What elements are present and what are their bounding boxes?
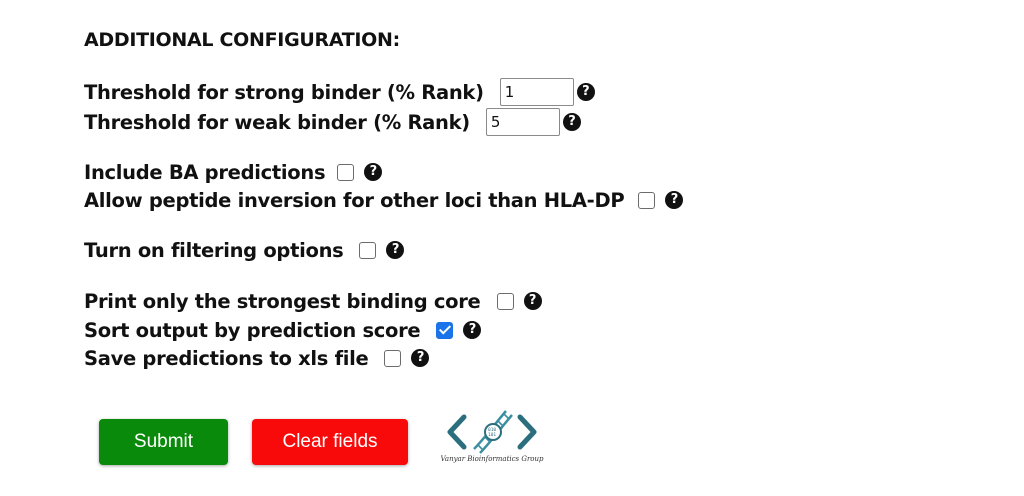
- include-ba-checkbox[interactable]: [337, 163, 355, 181]
- filtering-checkbox[interactable]: [359, 241, 377, 259]
- submit-button[interactable]: Submit: [99, 419, 228, 465]
- help-icon[interactable]: ?: [562, 113, 581, 131]
- weak-threshold-input[interactable]: [485, 108, 560, 136]
- include-ba-row: Include BA predictions ?: [84, 158, 383, 186]
- save-xls-row: Save predictions to xls file ?: [84, 344, 430, 372]
- peptide-inversion-row: Allow peptide inversion for other loci t…: [84, 186, 684, 214]
- logo-text: Vanyar Bioinformatics Group: [440, 455, 544, 463]
- weak-threshold-label: Threshold for weak binder (% Rank): [84, 110, 470, 134]
- section-heading: ADDITIONAL CONFIGURATION:: [84, 29, 400, 51]
- sort-output-checkbox[interactable]: [436, 321, 454, 339]
- strongest-core-checkbox[interactable]: [496, 292, 514, 310]
- help-icon[interactable]: ?: [386, 241, 405, 259]
- save-xls-label: Save predictions to xls file: [84, 346, 369, 370]
- weak-threshold-row: Threshold for weak binder (% Rank) ?: [84, 108, 581, 136]
- filtering-row: Turn on filtering options ?: [84, 236, 405, 264]
- strong-threshold-input[interactable]: [499, 78, 574, 106]
- sort-output-label: Sort output by prediction score: [84, 318, 421, 342]
- strong-threshold-row: Threshold for strong binder (% Rank) ?: [84, 78, 595, 106]
- peptide-inversion-label: Allow peptide inversion for other loci t…: [84, 188, 625, 212]
- help-icon[interactable]: ?: [411, 349, 430, 367]
- strongest-core-row: Print only the strongest binding core ?: [84, 287, 542, 315]
- clear-fields-button[interactable]: Clear fields: [252, 419, 408, 465]
- help-icon[interactable]: ?: [523, 292, 542, 310]
- include-ba-label: Include BA predictions: [84, 160, 326, 184]
- help-icon[interactable]: ?: [665, 191, 684, 209]
- peptide-inversion-checkbox[interactable]: [638, 191, 656, 209]
- svg-text:101: 101: [488, 432, 496, 438]
- sort-output-row: Sort output by prediction score ?: [84, 316, 482, 344]
- save-xls-checkbox[interactable]: [384, 349, 402, 367]
- help-icon[interactable]: ?: [463, 321, 482, 339]
- filtering-label: Turn on filtering options: [84, 238, 344, 262]
- help-icon[interactable]: ?: [364, 163, 383, 181]
- help-icon[interactable]: ?: [576, 83, 595, 101]
- strong-threshold-label: Threshold for strong binder (% Rank): [84, 80, 484, 104]
- strongest-core-label: Print only the strongest binding core: [84, 289, 481, 313]
